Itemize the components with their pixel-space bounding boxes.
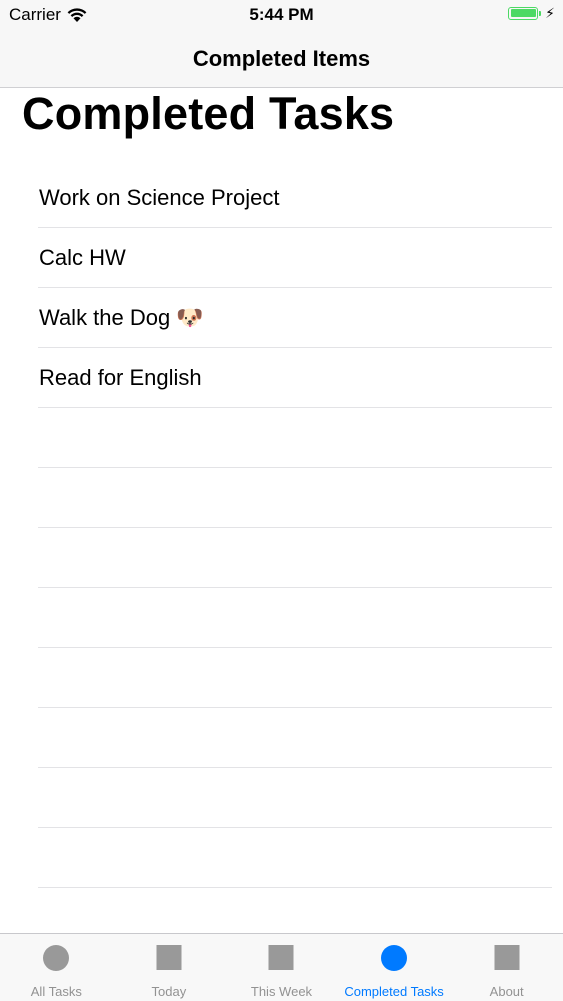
empty-row — [38, 648, 552, 708]
charging-bolt-icon: ⚡︎ — [545, 5, 555, 21]
empty-row — [38, 528, 552, 588]
battery-icon — [508, 6, 539, 20]
list-item[interactable]: Read for English — [38, 348, 552, 408]
circle-icon — [43, 945, 70, 971]
square-icon — [156, 945, 182, 970]
tab-this-week[interactable]: This Week — [225, 934, 338, 1001]
tab-label: About — [489, 984, 524, 999]
empty-row — [38, 588, 552, 648]
tab-about[interactable]: About — [450, 934, 563, 1001]
empty-row — [38, 828, 552, 888]
tab-today[interactable]: Today — [113, 934, 226, 1001]
list-item[interactable]: Walk the Dog 🐶 — [38, 288, 552, 348]
tab-all-tasks[interactable]: All Tasks — [0, 934, 113, 1001]
status-time: 5:44 PM — [249, 5, 314, 24]
list-item[interactable]: Work on Science Project — [38, 168, 552, 228]
task-label: Read for English — [39, 364, 202, 390]
empty-row — [38, 768, 552, 828]
status-bar: Carrier 5:44 PM ⚡︎ — [0, 0, 563, 30]
tab-label: Today — [151, 984, 187, 999]
completed-tasks-list: Work on Science Project Calc HW Walk the… — [38, 168, 552, 888]
tab-label: This Week — [250, 984, 313, 999]
circle-icon — [381, 945, 408, 971]
page-title: Completed Tasks — [22, 88, 395, 139]
tab-bar: All Tasks Today This Week Completed Task… — [0, 933, 563, 1001]
task-label: Work on Science Project — [39, 184, 280, 210]
navigation-bar: Completed Items — [0, 30, 563, 88]
square-icon — [268, 945, 294, 970]
tab-label: All Tasks — [30, 984, 82, 999]
tab-completed-tasks[interactable]: Completed Tasks — [338, 934, 451, 1001]
task-label: Walk the Dog 🐶 — [39, 304, 204, 330]
empty-row — [38, 468, 552, 528]
task-label: Calc HW — [39, 244, 126, 270]
tab-label: Completed Tasks — [344, 984, 444, 999]
nav-title: Completed Items — [192, 45, 371, 71]
empty-row — [38, 708, 552, 768]
list-item[interactable]: Calc HW — [38, 228, 552, 288]
square-icon — [494, 945, 520, 970]
battery-indicator: ⚡︎ — [508, 6, 555, 20]
empty-row — [38, 408, 552, 468]
